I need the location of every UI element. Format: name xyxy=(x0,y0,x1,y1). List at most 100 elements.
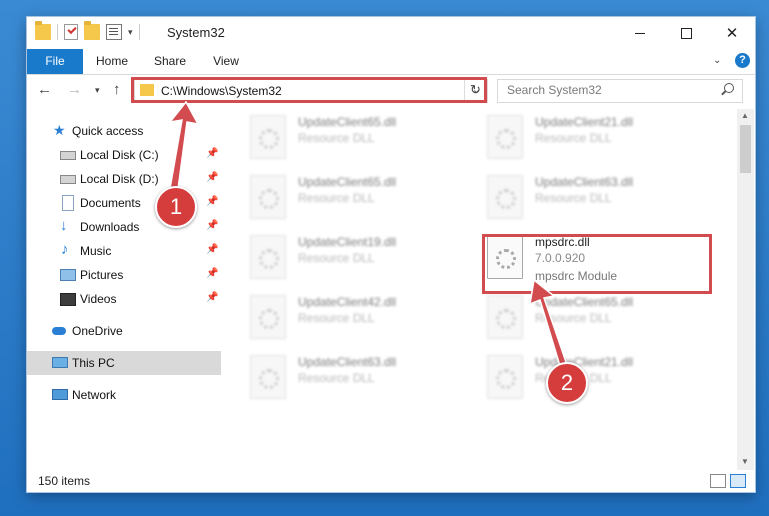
file-description: Resource DLL xyxy=(535,311,612,325)
file-name: UpdateClient65.dll xyxy=(298,175,397,189)
sidebar-item-label: Quick access xyxy=(72,124,144,138)
dll-file-icon xyxy=(250,115,286,159)
folder-icon[interactable] xyxy=(35,21,51,40)
sidebar-item-label: OneDrive xyxy=(72,324,123,338)
chevron-down-icon[interactable]: ▾ xyxy=(128,27,133,38)
sidebar-item-pictures[interactable]: Pictures 📌 xyxy=(27,263,221,287)
sidebar-item-videos[interactable]: Videos 📌 xyxy=(27,287,221,311)
forward-arrow-icon[interactable]: → xyxy=(67,81,82,98)
maximize-button[interactable] xyxy=(663,17,709,49)
dll-file-icon xyxy=(250,355,286,399)
vertical-scrollbar[interactable]: ▲ ▼ xyxy=(737,109,754,471)
sidebar-item-local-disk-d[interactable]: Local Disk (D:) 📌 xyxy=(27,167,221,191)
properties-check-icon[interactable] xyxy=(64,24,78,40)
file-description: Resource DLL xyxy=(298,191,375,205)
videos-icon xyxy=(60,293,76,306)
file-description: Resource DLL xyxy=(298,251,375,265)
sidebar-item-network[interactable]: Network xyxy=(27,383,221,407)
search-icon[interactable] xyxy=(724,83,734,93)
sidebar-item-label: Local Disk (C:) xyxy=(80,148,159,162)
pin-icon[interactable]: 📌 xyxy=(206,268,218,279)
ribbon-tabs: File Home Share View ⌄ ? xyxy=(27,49,755,75)
large-icons-view-icon[interactable] xyxy=(730,474,746,488)
recent-locations-chevron-icon[interactable]: ▾ xyxy=(95,85,100,96)
file-item[interactable]: UpdateClient65.dll Resource DLL xyxy=(250,111,486,167)
help-button[interactable]: ? xyxy=(735,53,750,68)
file-item[interactable]: UpdateClient65.dll Resource DLL xyxy=(487,291,723,347)
scroll-down-arrow-icon[interactable]: ▼ xyxy=(741,457,749,466)
details-view-icon[interactable] xyxy=(710,474,726,488)
pin-icon[interactable]: 📌 xyxy=(206,148,218,159)
file-item[interactable]: UpdateClient63.dll Resource DLL xyxy=(487,171,723,227)
close-button[interactable]: ✕ xyxy=(709,17,755,49)
dll-file-icon xyxy=(487,175,523,219)
tab-share[interactable]: Share xyxy=(141,49,199,74)
dll-file-icon xyxy=(250,175,286,219)
pictures-icon xyxy=(60,269,76,281)
sidebar-item-label: This PC xyxy=(72,356,115,370)
maximize-icon xyxy=(680,27,692,39)
file-item[interactable]: UpdateClient19.dll Resource DLL xyxy=(250,231,486,287)
file-description: Resource DLL xyxy=(535,131,612,145)
tab-view[interactable]: View xyxy=(201,49,251,74)
tab-file[interactable]: File xyxy=(27,49,83,74)
pin-icon[interactable]: 📌 xyxy=(206,172,218,183)
sidebar-item-label: Pictures xyxy=(80,268,124,282)
search-input[interactable] xyxy=(498,80,717,100)
sidebar-item-local-disk-c[interactable]: Local Disk (C:) 📌 xyxy=(27,143,221,167)
dll-file-icon xyxy=(487,115,523,159)
properties-icon[interactable] xyxy=(106,24,122,40)
pin-icon[interactable]: 📌 xyxy=(206,220,218,231)
dll-file-icon xyxy=(250,235,286,279)
sidebar-item-label: Network xyxy=(72,388,117,402)
dll-file-icon xyxy=(250,295,286,339)
sidebar-item-music[interactable]: ♪ Music 📌 xyxy=(27,239,221,263)
file-description: Resource DLL xyxy=(298,371,375,385)
up-arrow-icon[interactable]: ↑ xyxy=(113,81,121,98)
computer-icon xyxy=(52,357,68,368)
file-name: UpdateClient19.dll xyxy=(298,235,397,249)
drive-icon xyxy=(60,151,76,160)
sidebar-item-label: Documents xyxy=(80,196,141,210)
sidebar-item-label: Music xyxy=(80,244,112,258)
toolbar-divider xyxy=(57,24,58,40)
minimize-icon xyxy=(635,32,645,34)
file-description: Resource DLL xyxy=(535,191,612,205)
close-icon: ✕ xyxy=(725,25,739,42)
pin-icon[interactable]: 📌 xyxy=(206,244,218,255)
scrollbar-thumb[interactable] xyxy=(740,125,751,173)
sidebar-item-this-pc[interactable]: This PC xyxy=(27,351,221,375)
ribbon-expand-chevron-icon[interactable]: ⌄ xyxy=(713,55,721,66)
download-icon: ↓ xyxy=(60,217,68,234)
dll-file-icon xyxy=(487,295,523,339)
sidebar-item-quick-access[interactable]: ★ Quick access xyxy=(27,119,221,143)
sidebar-item-onedrive[interactable]: OneDrive xyxy=(27,319,221,343)
address-bar-highlight xyxy=(131,77,487,103)
pin-icon[interactable]: 📌 xyxy=(206,196,218,207)
network-icon xyxy=(52,389,68,400)
file-description: Resource DLL xyxy=(298,311,375,325)
new-folder-icon[interactable] xyxy=(84,21,100,40)
file-item[interactable]: UpdateClient21.dll Resource DLL xyxy=(487,111,723,167)
step-badge-2: 2 xyxy=(546,362,588,404)
pin-icon[interactable]: 📌 xyxy=(206,292,218,303)
file-item[interactable]: UpdateClient21.dll Resource DLL xyxy=(487,351,723,407)
file-name: UpdateClient65.dll xyxy=(298,115,397,129)
file-item[interactable]: UpdateClient63.dll Resource DLL xyxy=(250,351,486,407)
sidebar-item-label: Local Disk (D:) xyxy=(80,172,159,186)
file-item[interactable]: UpdateClient42.dll Resource DLL xyxy=(250,291,486,347)
file-name: UpdateClient21.dll xyxy=(535,355,634,369)
tab-home[interactable]: Home xyxy=(85,49,139,74)
item-count: 150 items xyxy=(38,474,91,488)
drive-icon xyxy=(60,175,76,184)
music-icon: ♪ xyxy=(61,241,69,258)
back-arrow-icon[interactable]: ← xyxy=(37,81,52,98)
window-title: System32 xyxy=(167,25,225,40)
file-name: UpdateClient65.dll xyxy=(535,295,634,309)
file-item[interactable]: UpdateClient65.dll Resource DLL xyxy=(250,171,486,227)
scroll-up-arrow-icon[interactable]: ▲ xyxy=(741,111,749,120)
file-highlight xyxy=(482,234,712,294)
title-bar: ▾ System32 ✕ xyxy=(27,17,755,49)
file-name: UpdateClient42.dll xyxy=(298,295,397,309)
minimize-button[interactable] xyxy=(617,17,663,49)
